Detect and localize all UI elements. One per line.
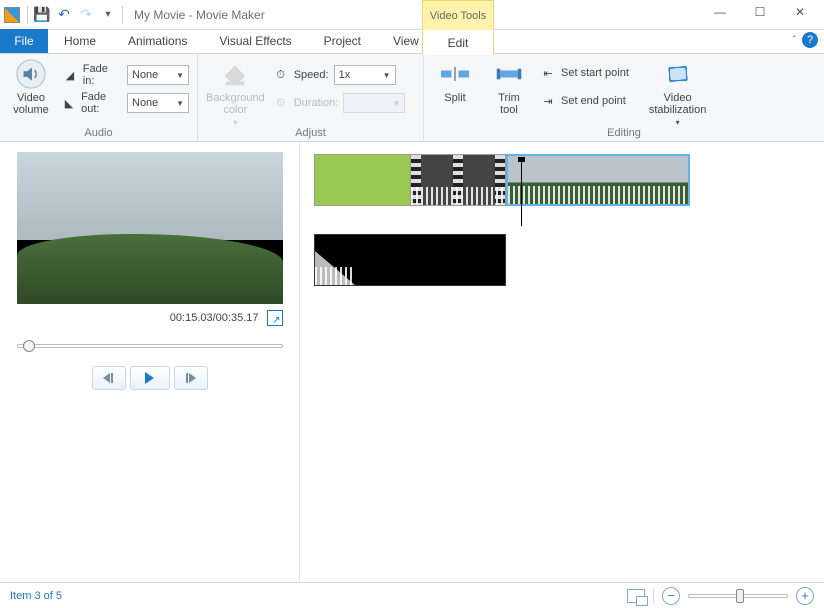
status-bar: Item 3 of 5 − + <box>0 582 824 608</box>
speed-combo[interactable]: 1x▼ <box>334 65 396 85</box>
minimize-button[interactable]: — <box>700 0 740 24</box>
view-toggle-icon[interactable] <box>627 589 645 603</box>
paint-bucket-icon <box>219 58 251 90</box>
maximize-button[interactable]: ☐ <box>740 0 780 24</box>
set-end-icon: ⇥ <box>540 93 556 109</box>
clip-4[interactable] <box>314 234 506 286</box>
playhead[interactable] <box>521 160 522 226</box>
speed-label: Speed: <box>294 69 329 81</box>
help-icon[interactable]: ? <box>802 32 818 48</box>
tab-visual-effects[interactable]: Visual Effects <box>203 29 307 53</box>
contextual-tab-label: Video Tools <box>422 0 494 30</box>
background-color-button: Background color ▾ <box>206 58 265 127</box>
close-button[interactable]: ✕ <box>780 0 820 24</box>
zoom-out-button[interactable]: − <box>662 587 680 605</box>
video-volume-button[interactable]: Video volume <box>8 58 54 116</box>
seek-bar[interactable] <box>17 344 283 348</box>
fade-out-combo[interactable]: None▼ <box>127 93 189 113</box>
tab-home[interactable]: Home <box>48 29 112 53</box>
speaker-icon <box>15 58 47 90</box>
fade-in-combo[interactable]: None▼ <box>127 65 189 85</box>
group-audio: Video volume ◢ Fade in: None▼ ◣ Fade out… <box>0 54 198 141</box>
clip-2[interactable] <box>410 154 506 206</box>
zoom-in-button[interactable]: + <box>796 587 814 605</box>
qa-save-icon[interactable]: 💾 <box>31 4 53 26</box>
tab-animations[interactable]: Animations <box>112 29 203 53</box>
time-display: 00:15.03/00:35.17 <box>170 312 259 324</box>
group-editing: Split Trim tool ⇤ Set start point ⇥ Set … <box>424 54 824 141</box>
stabilization-label: Video stabilization <box>649 92 706 116</box>
qa-redo-icon[interactable]: ↷ <box>75 4 97 26</box>
background-color-label: Background color <box>206 92 265 116</box>
fullscreen-icon[interactable] <box>267 310 283 326</box>
set-end-button[interactable]: ⇥ Set end point <box>540 90 629 112</box>
group-audio-label: Audio <box>8 127 189 139</box>
fade-out-icon: ◣ <box>62 95 76 111</box>
title-bar: 💾 ↶ ↷ ▾ My Movie - Movie Maker Video Too… <box>0 0 824 30</box>
qa-undo-icon[interactable]: ↶ <box>53 4 75 26</box>
play-button[interactable] <box>130 366 170 390</box>
ribbon: Video volume ◢ Fade in: None▼ ◣ Fade out… <box>0 54 824 142</box>
clip-row-1 <box>314 154 810 206</box>
workspace: 00:15.03/00:35.17 <box>0 142 824 582</box>
set-start-icon: ⇤ <box>540 65 556 81</box>
next-frame-button[interactable] <box>174 366 208 390</box>
set-end-label: Set end point <box>561 95 626 107</box>
tab-file[interactable]: File <box>0 29 48 53</box>
trim-label: Trim tool <box>498 92 520 116</box>
duration-icon: ⏲ <box>273 95 289 111</box>
split-button[interactable]: Split <box>432 58 478 104</box>
fade-in-icon: ◢ <box>62 67 78 83</box>
qa-customize-icon[interactable]: ▾ <box>97 4 119 26</box>
stabilization-icon <box>662 58 694 90</box>
zoom-slider[interactable] <box>688 594 788 598</box>
duration-combo: ▼ <box>343 93 405 113</box>
timeline-pane[interactable] <box>300 142 824 582</box>
preview-pane: 00:15.03/00:35.17 <box>0 142 300 582</box>
tab-edit[interactable]: Edit <box>422 31 494 55</box>
group-adjust: Background color ▾ ⏱ Speed: 1x▼ ⏲ Durati… <box>198 54 424 141</box>
window-title: My Movie - Movie Maker <box>134 8 265 22</box>
trim-icon <box>493 58 525 90</box>
app-icon <box>4 7 20 23</box>
fade-out-label: Fade out: <box>81 91 122 115</box>
split-label: Split <box>444 92 465 104</box>
prev-frame-button[interactable] <box>92 366 126 390</box>
seek-thumb[interactable] <box>23 340 35 352</box>
trim-button[interactable]: Trim tool <box>486 58 532 116</box>
collapse-ribbon-icon[interactable]: ˆ <box>793 35 796 46</box>
status-item-count: Item 3 of 5 <box>10 590 62 602</box>
clip-1[interactable] <box>314 154 410 206</box>
speed-icon: ⏱ <box>273 67 289 83</box>
zoom-thumb[interactable] <box>736 589 744 603</box>
tab-strip: File Home Animations Visual Effects Proj… <box>0 30 824 54</box>
video-volume-label: Video volume <box>13 92 48 116</box>
group-editing-label: Editing <box>432 127 816 139</box>
split-icon <box>439 58 471 90</box>
group-adjust-label: Adjust <box>206 127 415 139</box>
clip-3-selected[interactable] <box>506 154 690 206</box>
duration-label: Duration: <box>294 97 339 109</box>
preview-video[interactable] <box>17 152 283 304</box>
tab-project[interactable]: Project <box>308 29 377 53</box>
video-stabilization-button[interactable]: Video stabilization ▾ <box>649 58 706 127</box>
fade-in-label: Fade in: <box>83 63 122 87</box>
set-start-label: Set start point <box>561 67 629 79</box>
set-start-button[interactable]: ⇤ Set start point <box>540 62 629 84</box>
